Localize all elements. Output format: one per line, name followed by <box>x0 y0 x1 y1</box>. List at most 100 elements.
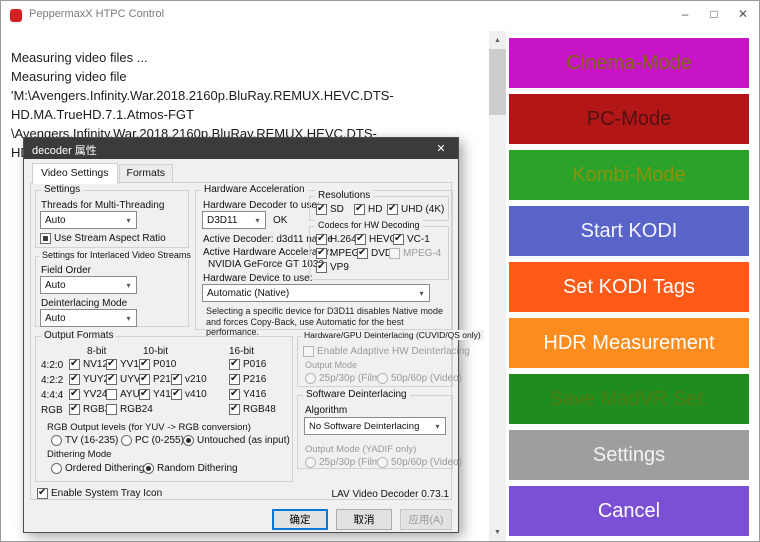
radio-label: PC (0-255) <box>135 435 184 446</box>
dialog-title: decoder 属性 <box>32 142 97 158</box>
threads-label: Threads for Multi-Threading <box>41 200 164 211</box>
radio-circle <box>51 463 62 474</box>
save-madvr-button[interactable]: Save MadVR Set. <box>509 374 749 424</box>
tab-formats[interactable]: Formats <box>119 164 174 182</box>
checkbox-rgb48[interactable]: RGB48 <box>229 404 276 415</box>
checkbox-box <box>229 374 240 385</box>
field-order-select[interactable]: Auto ▾ <box>40 276 137 294</box>
hdr-measurement-button[interactable]: HDR Measurement <box>509 318 749 368</box>
interlaced-group-title: Settings for Interlaced Video Streams <box>39 250 194 260</box>
pc-mode-button[interactable]: PC-Mode <box>509 94 749 144</box>
set-kodi-tags-button[interactable]: Set KODI Tags <box>509 262 749 312</box>
row-label-422: 4:2:2 <box>41 375 63 386</box>
checkbox-h264[interactable]: H.264 <box>316 234 357 245</box>
decoder-ok-status: OK <box>273 215 287 226</box>
hw-device-select-value: Automatic (Native) <box>203 288 414 299</box>
checkbox-yuy2[interactable]: YUY2 <box>69 374 109 385</box>
checkbox-box <box>69 374 80 385</box>
checkbox-yv24[interactable]: YV24 <box>69 389 107 400</box>
hw-decoder-select[interactable]: D3D11 ▾ <box>202 211 266 229</box>
log-line: Measuring video files ... <box>11 48 489 67</box>
settings-button[interactable]: Settings <box>509 430 749 480</box>
system-tray-checkbox[interactable]: Enable System Tray Icon <box>37 488 162 499</box>
checkbox-box <box>357 248 368 259</box>
scroll-up-icon[interactable]: ▲ <box>489 32 506 48</box>
sw-output-mode-label: Output Mode (YADIF only) <box>305 444 416 455</box>
checkbox-label: v410 <box>185 389 207 400</box>
radio-circle <box>377 457 388 468</box>
chevron-down-icon: ▾ <box>414 289 429 298</box>
radio-label: 25p/30p (Film) <box>319 373 383 384</box>
scrollbar-thumb[interactable] <box>489 49 506 115</box>
deinterlacing-mode-select[interactable]: Auto ▾ <box>40 309 137 327</box>
dialog-cancel-button[interactable]: 取消 <box>336 509 392 530</box>
radio-circle <box>183 435 194 446</box>
threads-select[interactable]: Auto ▾ <box>40 211 137 229</box>
radio-hw-25p30p-film: 25p/30p (Film) <box>305 373 383 384</box>
radio-random-dithering[interactable]: Random Dithering <box>143 463 238 474</box>
radio-circle <box>121 435 132 446</box>
checkbox-box <box>139 389 150 400</box>
use-stream-aspect-ratio-checkbox[interactable]: Use Stream Aspect Ratio <box>40 233 166 244</box>
checkbox-box <box>387 204 398 215</box>
checkbox-label: H.264 <box>330 234 357 245</box>
checkbox-hd[interactable]: HD <box>354 204 382 215</box>
checkbox-uhd-4k[interactable]: UHD (4K) <box>387 204 444 215</box>
checkbox-label: RGB48 <box>243 404 276 415</box>
checkbox-dvd[interactable]: DVD <box>357 248 392 259</box>
apply-button: 应用(A) <box>400 509 452 530</box>
checkbox-label: HD <box>368 204 382 215</box>
checkbox-v210[interactable]: v210 <box>171 374 207 385</box>
ok-button[interactable]: 确定 <box>272 509 328 530</box>
radio-pc-0-255[interactable]: PC (0-255) <box>121 435 184 446</box>
radio-ordered-dithering[interactable]: Ordered Dithering <box>51 463 144 474</box>
checkbox-box <box>69 404 80 415</box>
row-label-rgb: RGB <box>41 405 63 416</box>
start-kodi-button[interactable]: Start KODI <box>509 206 749 256</box>
log-line: Measuring video file 'M:\Avengers.Infini… <box>11 67 489 124</box>
checkbox-sd[interactable]: SD <box>316 204 344 215</box>
cinema-mode-button[interactable]: Cinema-Mode <box>509 38 749 88</box>
scroll-down-icon[interactable]: ▼ <box>489 524 506 540</box>
checkbox-box <box>229 389 240 400</box>
hw-device-select[interactable]: Automatic (Native) ▾ <box>202 284 430 302</box>
radio-label: 50p/60p (Video) <box>391 373 462 384</box>
checkbox-box <box>316 234 327 245</box>
app-window: PeppermaxX HTPC Control – □ ✕ Measuring … <box>0 0 760 542</box>
dialog-titlebar[interactable]: decoder 属性 ✕ <box>24 138 458 159</box>
minimize-button[interactable]: – <box>672 4 698 24</box>
radio-circle <box>305 373 316 384</box>
radio-sw-25p30p-film: 25p/30p (Film) <box>305 457 383 468</box>
tab-video-settings[interactable]: Video Settings <box>32 163 118 184</box>
checkbox-p016[interactable]: P016 <box>229 359 266 370</box>
window-titlebar[interactable]: PeppermaxX HTPC Control – □ ✕ <box>1 1 759 31</box>
checkbox-label: VC-1 <box>407 234 430 245</box>
checkbox-hevc[interactable]: HEVC <box>355 234 397 245</box>
checkbox-v410[interactable]: v410 <box>171 389 207 400</box>
cancel-button[interactable]: Cancel <box>509 486 749 536</box>
chevron-down-icon: ▾ <box>250 216 265 225</box>
checkbox-nv12[interactable]: NV12 <box>69 359 108 370</box>
resolutions-group-title: Resolutions <box>315 190 373 201</box>
radio-untouched[interactable]: Untouched (as input) <box>183 435 290 446</box>
checkbox-label: v210 <box>185 374 207 385</box>
radio-tv-16-235[interactable]: TV (16-235) <box>51 435 118 446</box>
checkbox-vc1[interactable]: VC-1 <box>393 234 430 245</box>
sw-deint-select[interactable]: No Software Deinterlacing ▾ <box>304 417 446 435</box>
checkbox-label: P216 <box>243 374 266 385</box>
close-button[interactable]: ✕ <box>730 4 756 24</box>
kombi-mode-button[interactable]: Kombi-Mode <box>509 150 749 200</box>
checkbox-vp9[interactable]: VP9 <box>316 262 349 273</box>
checkbox-p216[interactable]: P216 <box>229 374 266 385</box>
decoder-properties-dialog: decoder 属性 ✕ Video Settings Formats Sett… <box>23 137 459 533</box>
vertical-scrollbar[interactable]: ▲ ▼ <box>489 31 506 541</box>
checkbox-p010[interactable]: P010 <box>139 359 176 370</box>
dialog-close-button[interactable]: ✕ <box>424 138 458 159</box>
checkbox-rgb24[interactable]: RGB24 <box>106 404 153 415</box>
checkbox-box <box>139 359 150 370</box>
checkbox-box <box>316 262 327 273</box>
checkbox-y416[interactable]: Y416 <box>229 389 266 400</box>
maximize-button[interactable]: □ <box>701 4 727 24</box>
window-controls: – □ ✕ <box>672 4 756 24</box>
checkbox-box <box>106 389 117 400</box>
